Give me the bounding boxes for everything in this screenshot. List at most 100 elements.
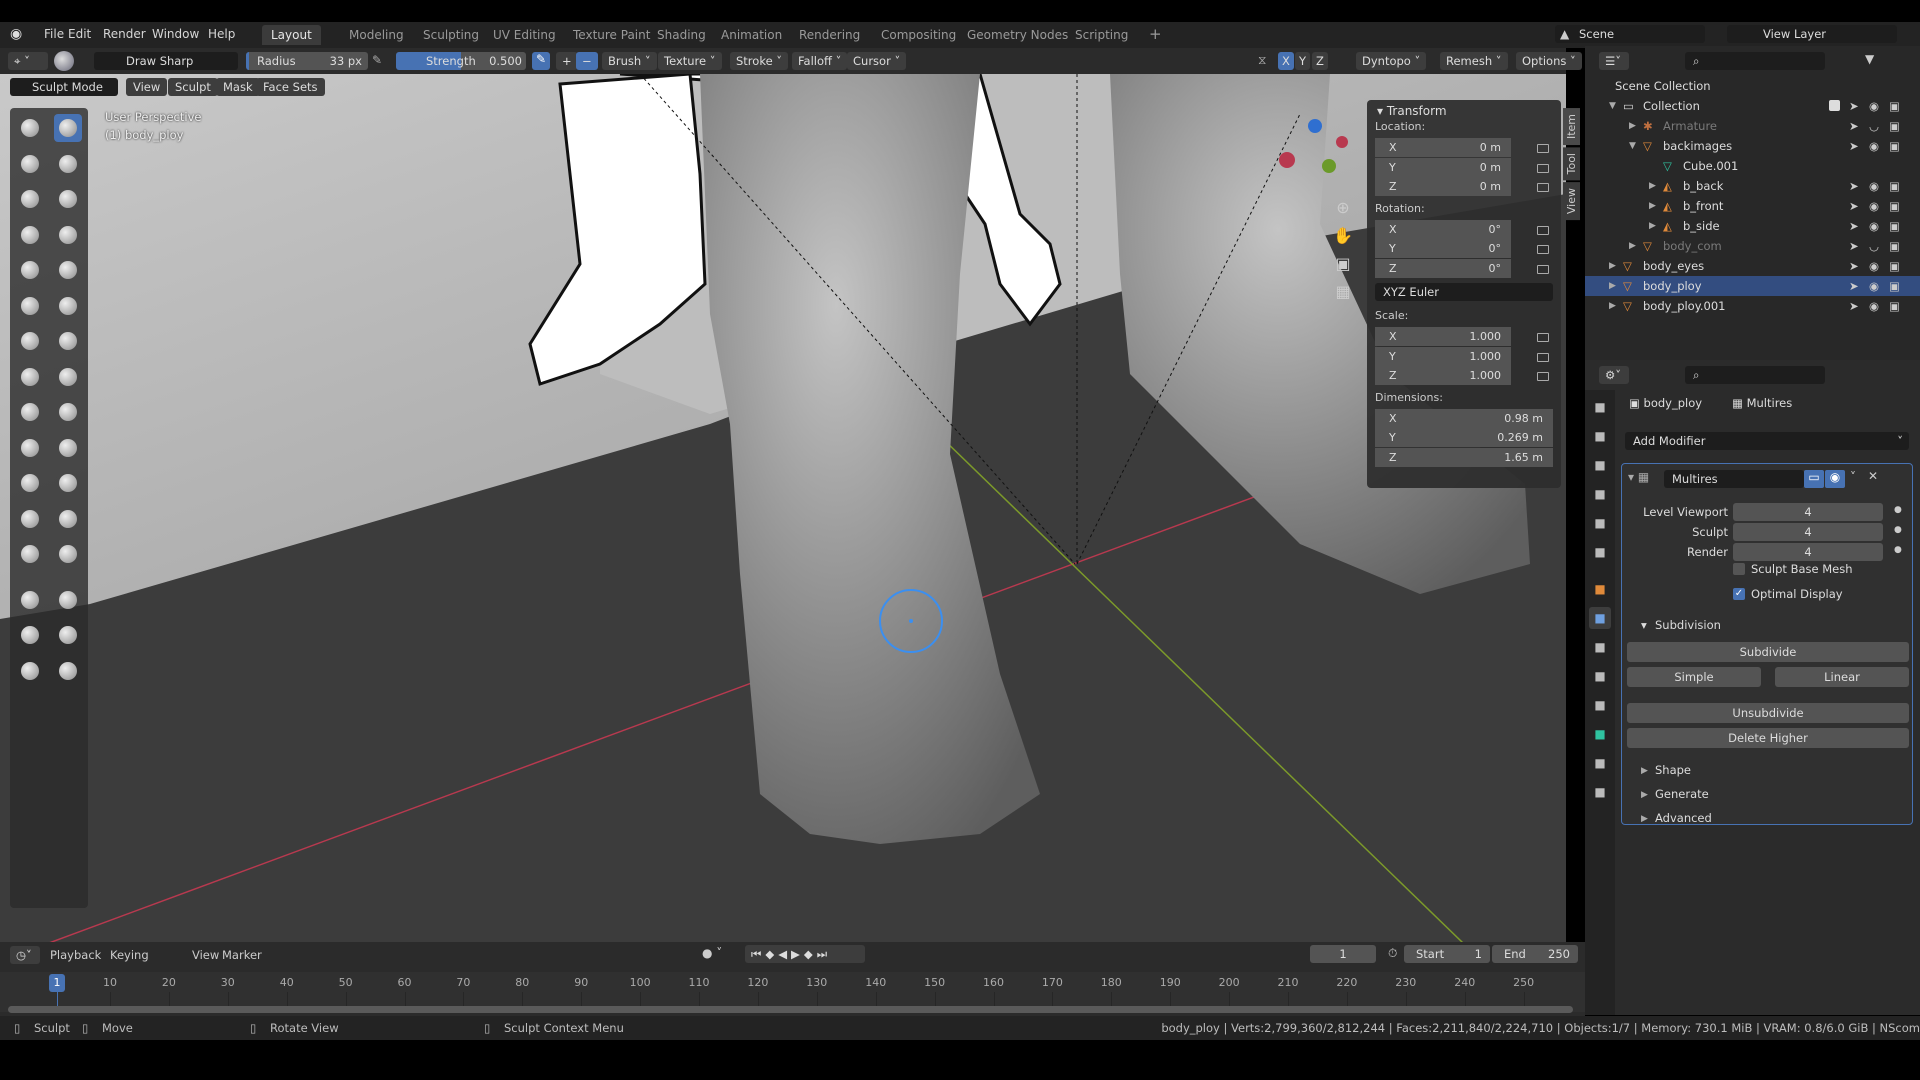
timeline-editor-type[interactable]: ◷˅ <box>10 946 40 964</box>
tab-scripting[interactable]: Scripting <box>1066 25 1137 45</box>
expand-icon[interactable]: ▶ <box>1609 256 1616 276</box>
blender-logo-icon[interactable]: ◉ <box>10 26 22 42</box>
tool-multires-displacement-smear[interactable] <box>54 621 82 649</box>
tool-smooth[interactable] <box>54 256 82 284</box>
visibility-icon[interactable]: ◉ <box>1869 216 1879 236</box>
tool-draw-face-sets[interactable] <box>54 586 82 614</box>
tab-layout[interactable]: Layout <box>262 25 321 45</box>
render-icon[interactable]: ▣ <box>1889 276 1900 296</box>
filter-icon[interactable]: ▼ <box>1865 52 1874 66</box>
show-render-icon[interactable]: ◉ <box>1825 470 1845 488</box>
tool-thumb[interactable] <box>16 434 44 462</box>
menu-window[interactable]: Window <box>152 27 199 41</box>
keyframe-icon[interactable]: ● ˅ <box>702 946 722 960</box>
tool-clay-thumb[interactable] <box>16 185 44 213</box>
scene-icon[interactable]: ▲ <box>1560 27 1569 41</box>
tool-draw-sharp[interactable] <box>54 114 82 142</box>
lock-icon[interactable] <box>1537 225 1549 235</box>
properties-tab-scene[interactable]: ■ <box>1589 512 1611 534</box>
stopwatch-icon[interactable]: ⏱ <box>1388 946 1397 961</box>
select-icon[interactable]: ➤ <box>1849 196 1859 216</box>
direction-subtract-button[interactable]: − <box>576 52 598 70</box>
unsubdivide-button[interactable]: Unsubdivide <box>1627 703 1909 723</box>
scale-y-field[interactable]: Y 1.000 <box>1375 346 1511 366</box>
sidebar-tab-view[interactable]: View <box>1563 182 1580 221</box>
tool-layer[interactable] <box>54 185 82 213</box>
rotation-z-field[interactable]: Z 0° <box>1375 258 1511 278</box>
tool-cloth[interactable] <box>16 540 44 568</box>
gizmo-neg-x[interactable] <box>1336 136 1348 148</box>
optimal-display-label[interactable]: Optimal Display <box>1751 587 1843 601</box>
outliner-item-body-ploy[interactable]: ▶ ▽ body_ploy ➤ ◉ ▣ <box>1585 276 1920 296</box>
lock-icon[interactable] <box>1537 183 1549 192</box>
level-render-field[interactable]: 4 <box>1733 543 1883 561</box>
render-icon[interactable]: ▣ <box>1889 196 1900 216</box>
linear-button[interactable]: Linear <box>1775 667 1909 687</box>
rotation-x-field[interactable]: X 0° <box>1375 219 1511 239</box>
expand-icon[interactable]: ▶ <box>1641 766 1648 776</box>
timeline-menu-marker[interactable]: Marker <box>222 948 262 962</box>
playhead[interactable]: 1 <box>49 974 65 992</box>
dimensions-z-field[interactable]: Z 1.65 m <box>1375 447 1553 467</box>
outliner-item-b-side[interactable]: ▶ ◭ b_side ➤ ◉ ▣ <box>1585 216 1920 236</box>
editor-type-button[interactable]: ⌖ ˅ <box>8 52 48 70</box>
tool-paint[interactable] <box>16 657 44 685</box>
keyframe-dot-icon[interactable]: ● <box>1894 505 1902 515</box>
tool-flatten[interactable] <box>16 292 44 320</box>
tool-elastic-deform[interactable] <box>16 398 44 426</box>
tool-simplify[interactable] <box>54 540 82 568</box>
expand-icon[interactable]: ▶ <box>1609 296 1616 316</box>
tool-pose[interactable] <box>54 434 82 462</box>
brush-dropdown[interactable]: Brush ˅ <box>602 52 657 70</box>
visibility-icon[interactable]: ◉ <box>1869 296 1879 316</box>
texture-dropdown[interactable]: Texture ˅ <box>658 52 722 70</box>
level-level-viewport-field[interactable]: 4 <box>1733 503 1883 521</box>
camera-icon[interactable]: ▣ <box>1330 250 1356 278</box>
tool-inflate[interactable] <box>16 221 44 249</box>
location-x-field[interactable]: X 0 m <box>1375 138 1511 157</box>
select-icon[interactable]: ➤ <box>1849 256 1859 276</box>
start-frame-field[interactable]: Start 1 <box>1404 945 1490 963</box>
collapse-icon[interactable]: ▾ <box>1377 104 1387 118</box>
tab-animation[interactable]: Animation <box>712 25 791 45</box>
location-y-field[interactable]: Y 0 m <box>1375 157 1511 177</box>
tool-clay-strips[interactable] <box>54 150 82 178</box>
select-icon[interactable]: ➤ <box>1849 136 1859 156</box>
close-icon[interactable]: ✕ <box>1868 469 1878 483</box>
outliner-item-armature[interactable]: ▶ ✱ Armature ➤ ◡ ▣ <box>1585 116 1920 136</box>
cursor-dropdown[interactable]: Cursor ˅ <box>847 52 907 70</box>
tab-sculpting[interactable]: Sculpting <box>414 25 488 45</box>
select-icon[interactable]: ➤ <box>1849 96 1859 116</box>
sculpt-base-mesh-checkbox[interactable] <box>1733 563 1745 575</box>
add-modifier-dropdown[interactable]: Add Modifier ˅ <box>1625 432 1909 450</box>
expand-icon[interactable]: ▶ <box>1649 176 1656 196</box>
tool-pinch[interactable] <box>16 363 44 391</box>
exclude-checkbox[interactable] <box>1829 100 1840 111</box>
collapse-icon[interactable]: ▾ ▦ <box>1628 470 1649 484</box>
outliner-editor-type[interactable]: ☰˅ <box>1599 52 1629 70</box>
properties-editor-type[interactable]: ⚙˅ <box>1599 366 1629 384</box>
tab-texture-paint[interactable]: Texture Paint <box>564 25 659 45</box>
dyntopo-dropdown[interactable]: Dyntopo ˅ <box>1356 52 1427 70</box>
chevron-down-icon[interactable]: ˅ <box>1850 470 1856 484</box>
select-icon[interactable]: ➤ <box>1849 296 1859 316</box>
properties-tab-view-layer[interactable]: ■ <box>1589 483 1611 505</box>
properties-tab-object-data[interactable]: ■ <box>1589 723 1611 745</box>
pan-icon[interactable]: ✋ <box>1330 222 1356 250</box>
subdivide-button[interactable]: Subdivide <box>1627 642 1909 662</box>
strength-slider[interactable]: Strength 0.500 <box>396 52 526 70</box>
tool-crease[interactable] <box>16 256 44 284</box>
render-icon[interactable]: ▣ <box>1889 256 1900 276</box>
optimal-display-checkbox[interactable]: ✓ <box>1733 588 1745 600</box>
tool-slide-relax[interactable] <box>16 505 44 533</box>
select-icon[interactable]: ➤ <box>1849 276 1859 296</box>
properties-tab-texture[interactable]: ■ <box>1589 781 1611 803</box>
properties-search-input[interactable]: ⌕ <box>1685 366 1825 384</box>
tab-rendering[interactable]: Rendering <box>790 25 869 45</box>
render-icon[interactable]: ▣ <box>1889 116 1900 136</box>
gizmo-y[interactable] <box>1322 159 1336 173</box>
show-viewport-icon[interactable]: ▭ <box>1804 470 1824 488</box>
timeline-menu-playback[interactable]: Playback <box>50 948 101 962</box>
tool-multiplane-scrape[interactable] <box>54 327 82 355</box>
tool-draw[interactable] <box>16 114 44 142</box>
